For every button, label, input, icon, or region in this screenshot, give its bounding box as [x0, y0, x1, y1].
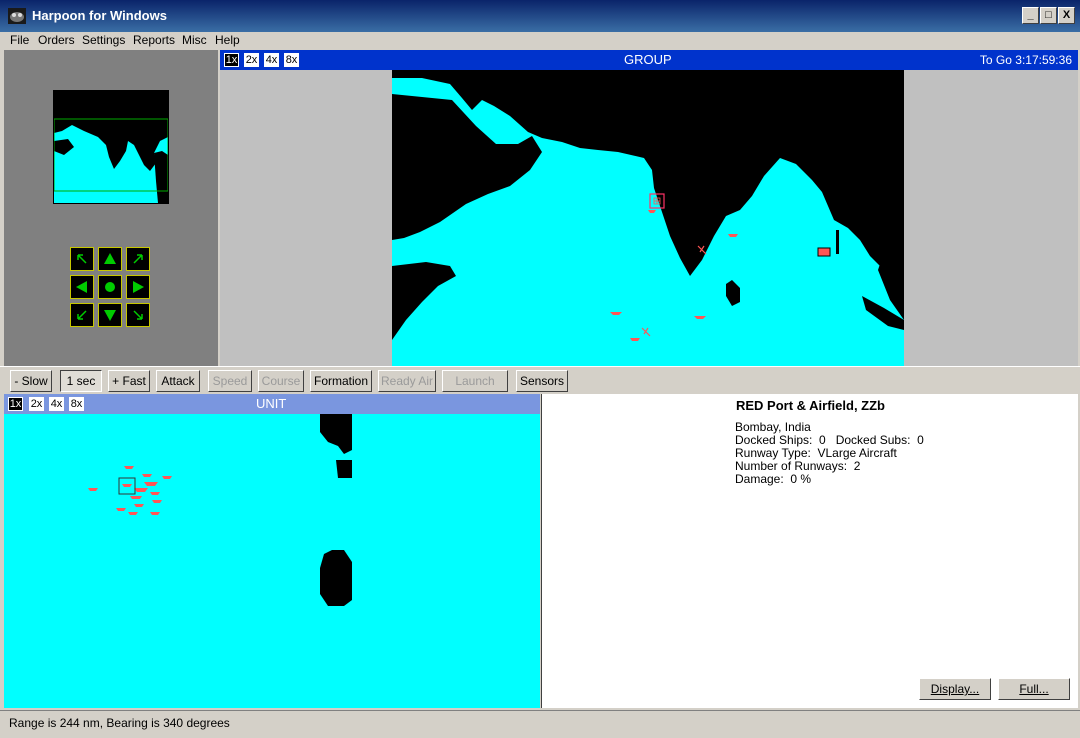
sensors-button[interactable]: Sensors	[516, 370, 568, 392]
info-docked: Docked Ships: 0 Docked Subs: 0	[735, 433, 924, 447]
menu-reports[interactable]: Reports	[133, 33, 175, 47]
unit-info-panel: RED Port & Airfield, ZZb Bombay, India D…	[541, 394, 1078, 708]
scroll-south-button[interactable]	[98, 303, 122, 327]
unit-map[interactable]	[4, 414, 540, 708]
group-zoom-1x[interactable]: 1x	[224, 53, 239, 67]
command-toolbar: - Slow 1 sec + Fast Attack Speed Course …	[0, 366, 1080, 394]
app-icon	[8, 8, 26, 24]
menu-help[interactable]: Help	[215, 33, 240, 47]
slow-button[interactable]: - Slow	[10, 370, 52, 392]
minimize-button[interactable]: _	[1022, 7, 1039, 24]
info-damage: Damage: 0 %	[735, 472, 812, 486]
overview-minimap[interactable]	[53, 90, 169, 204]
group-map[interactable]	[392, 70, 904, 366]
status-text: Range is 244 nm, Bearing is 340 degrees	[9, 716, 230, 730]
arrow-northwest-icon	[77, 254, 87, 264]
group-zoom-8x[interactable]: 8x	[284, 53, 299, 67]
overview-panel	[4, 50, 218, 366]
scroll-west-button[interactable]	[70, 275, 94, 299]
scroll-east-button[interactable]	[126, 275, 150, 299]
menu-misc[interactable]: Misc	[182, 33, 207, 47]
attack-button[interactable]: Attack	[156, 370, 200, 392]
fast-button[interactable]: + Fast	[108, 370, 150, 392]
unit-zoom-1x[interactable]: 1x	[8, 397, 23, 411]
unit-header: 1x 2x 4x 8x UNIT	[4, 394, 540, 414]
info-location: Bombay, India	[735, 420, 811, 434]
scroll-north-button[interactable]	[98, 247, 122, 271]
info-runway-type: Runway Type: VLarge Aircraft	[735, 446, 897, 460]
speed-button[interactable]: Speed	[208, 370, 252, 392]
scroll-northwest-button[interactable]	[70, 247, 94, 271]
arrow-northeast-icon	[133, 254, 143, 264]
menu-orders[interactable]: Orders	[38, 33, 75, 47]
display-button[interactable]: Display...	[919, 678, 991, 700]
group-view	[220, 70, 1078, 366]
maximize-button[interactable]: □	[1040, 7, 1057, 24]
unit-zoom-4x[interactable]: 4x	[49, 397, 64, 411]
close-button[interactable]: X	[1058, 7, 1075, 24]
scroll-southeast-button[interactable]	[126, 303, 150, 327]
ready-air-button[interactable]: Ready Air	[378, 370, 436, 392]
group-title: GROUP	[624, 52, 672, 67]
scroll-southwest-button[interactable]	[70, 303, 94, 327]
group-header: 1x 2x 4x 8x GROUP To Go 3:17:59:36	[220, 50, 1078, 70]
time-step-button[interactable]: 1 sec	[60, 370, 102, 392]
formation-button[interactable]: Formation	[310, 370, 372, 392]
scroll-northeast-button[interactable]	[126, 247, 150, 271]
arrow-south-icon	[104, 310, 116, 321]
menu-file[interactable]: File	[10, 33, 29, 47]
center-dot-icon	[105, 282, 115, 292]
menu-bar: File Orders Settings Reports Misc Help	[0, 32, 1080, 50]
course-button[interactable]: Course	[258, 370, 304, 392]
full-button[interactable]: Full...	[998, 678, 1070, 700]
arrow-east-icon	[133, 281, 144, 293]
info-runways: Number of Runways: 2	[735, 459, 861, 473]
unit-info-title: RED Port & Airfield, ZZb	[735, 398, 886, 413]
launch-button[interactable]: Launch	[442, 370, 508, 392]
title-bar: Harpoon for Windows _ □ X	[0, 0, 1080, 32]
arrow-southwest-icon	[77, 310, 87, 320]
center-button[interactable]	[98, 275, 122, 299]
status-bar: Range is 244 nm, Bearing is 340 degrees	[0, 710, 1080, 738]
unit-zoom-2x[interactable]: 2x	[29, 397, 44, 411]
unit-title: UNIT	[256, 396, 287, 411]
group-zoom-4x[interactable]: 4x	[264, 53, 279, 67]
arrow-southeast-icon	[133, 310, 143, 320]
time-remaining: To Go 3:17:59:36	[979, 53, 1072, 67]
unit-zoom-8x[interactable]: 8x	[69, 397, 84, 411]
group-zoom-2x[interactable]: 2x	[244, 53, 259, 67]
arrow-west-icon	[76, 281, 87, 293]
menu-settings[interactable]: Settings	[82, 33, 125, 47]
arrow-north-icon	[104, 253, 116, 264]
window-title: Harpoon for Windows	[32, 8, 167, 23]
